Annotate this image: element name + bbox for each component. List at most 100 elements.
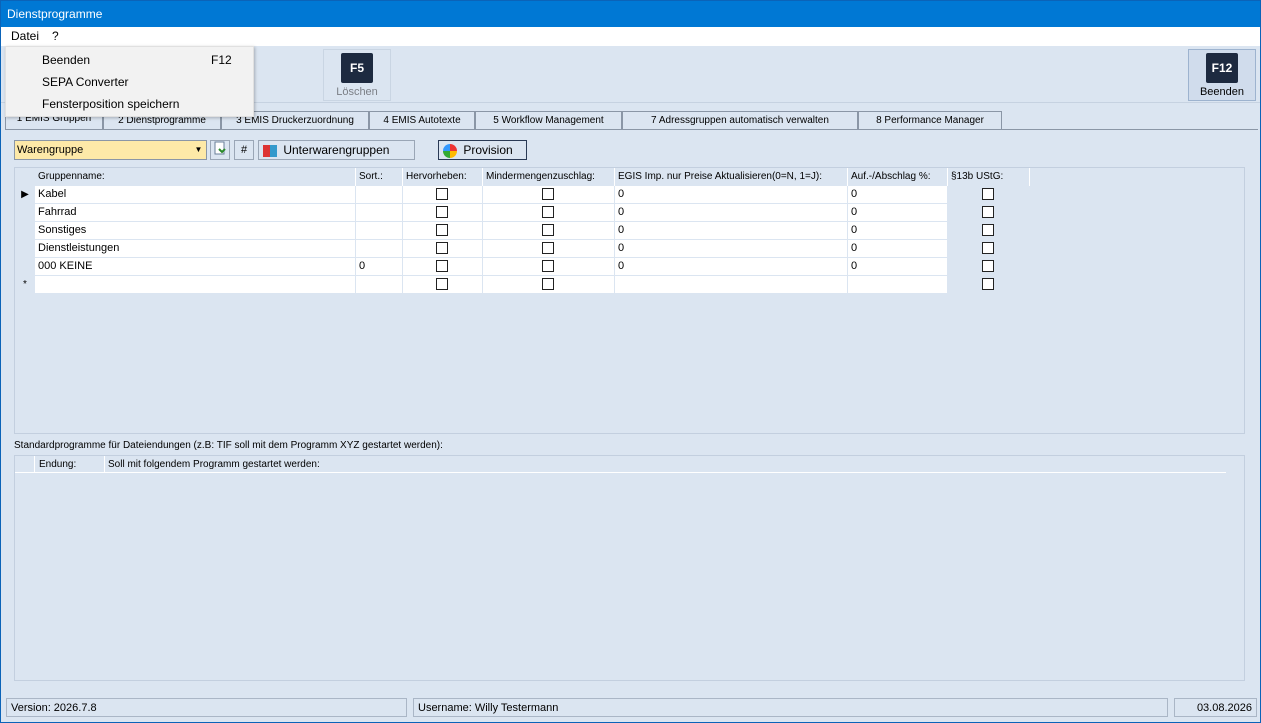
checkbox-ustg[interactable] (982, 206, 994, 218)
checkbox-highlight[interactable] (436, 188, 448, 200)
checkbox-ustg[interactable] (982, 278, 994, 290)
checkbox-minqty[interactable] (542, 242, 554, 254)
table-cell-minqty[interactable] (483, 258, 615, 276)
delete-button[interactable]: F5 Löschen (323, 49, 391, 101)
col-header-minqty[interactable]: Mindermengenzuschlag: (483, 168, 615, 186)
group-type-select[interactable]: Warengruppe ▼ (14, 140, 207, 160)
table-cell-egis[interactable]: 0 (615, 222, 848, 240)
status-version: Version: 2026.7.8 (6, 698, 407, 717)
extensions-header-row: Endung: Soll mit folgendem Programm gest… (15, 456, 1226, 473)
table-cell-highlight[interactable] (403, 186, 483, 204)
table-cell-ustg[interactable] (948, 222, 1030, 240)
table-cell-ustg[interactable] (948, 258, 1030, 276)
table-cell-name[interactable]: Fahrrad (35, 204, 356, 222)
provision-label: Provision (463, 143, 513, 157)
table-cell-highlight[interactable] (403, 258, 483, 276)
tab-autotexte[interactable]: 4 EMIS Autotexte (369, 111, 475, 130)
menu-item-beenden[interactable]: Beenden (42, 53, 90, 67)
table-cell-highlight[interactable] (403, 276, 483, 294)
table-cell-minqty[interactable] (483, 186, 615, 204)
menu-item-sepa-converter[interactable]: SEPA Converter (42, 75, 128, 89)
col-header-name[interactable]: Gruppenname: (35, 168, 356, 186)
subgroups-button[interactable]: Unterwarengruppen (258, 140, 415, 160)
extensions-row-header (15, 456, 35, 473)
table-cell-name[interactable]: 000 KEINE (35, 258, 356, 276)
table-cell-egis[interactable]: 0 (615, 240, 848, 258)
table-cell-minqty[interactable] (483, 240, 615, 258)
table-cell-markup[interactable]: 0 (848, 222, 948, 240)
current-row-indicator-icon[interactable]: ▶ (16, 186, 34, 204)
checkbox-highlight[interactable] (436, 206, 448, 218)
table-cell-name[interactable]: Sonstiges (35, 222, 356, 240)
new-row-indicator-icon[interactable]: * (16, 276, 34, 294)
checkbox-highlight[interactable] (436, 224, 448, 236)
col-header-markup[interactable]: Auf.-/Abschlag %: (848, 168, 948, 186)
col-header-highlight[interactable]: Hervorheben: (403, 168, 483, 186)
col-header-egis[interactable]: EGIS Imp. nur Preise Aktualisieren(0=N, … (615, 168, 848, 186)
table-cell-name[interactable]: Kabel (35, 186, 356, 204)
table-cell-egis[interactable]: 0 (615, 204, 848, 222)
table-cell-sort[interactable] (356, 240, 403, 258)
exit-button[interactable]: F12 Beenden (1188, 49, 1256, 101)
checkbox-ustg[interactable] (982, 260, 994, 272)
export-icon[interactable] (210, 140, 230, 160)
tab-adressgruppen[interactable]: 7 Adressgruppen automatisch verwalten (622, 111, 858, 130)
menu-datei[interactable]: Datei (11, 29, 39, 43)
group-type-value: Warengruppe (17, 144, 84, 156)
table-cell-highlight[interactable] (403, 204, 483, 222)
table-cell-ustg[interactable] (948, 276, 1030, 294)
table-cell-markup[interactable] (848, 276, 948, 294)
table-cell-egis[interactable]: 0 (615, 186, 848, 204)
checkbox-minqty[interactable] (542, 260, 554, 272)
hash-button[interactable]: # (234, 140, 254, 160)
checkbox-highlight[interactable] (436, 278, 448, 290)
menu-help[interactable]: ? (52, 29, 59, 43)
checkbox-ustg[interactable] (982, 242, 994, 254)
table-cell-name[interactable]: Dienstleistungen (35, 240, 356, 258)
col-header-extension[interactable]: Endung: (36, 459, 104, 470)
table-cell-ustg[interactable] (948, 186, 1030, 204)
table-cell-ustg[interactable] (948, 240, 1030, 258)
table-cell-sort[interactable] (356, 222, 403, 240)
table-cell-minqty[interactable] (483, 222, 615, 240)
checkbox-minqty[interactable] (542, 278, 554, 290)
table-cell-markup[interactable]: 0 (848, 186, 948, 204)
chevron-down-icon[interactable]: ▼ (191, 141, 206, 159)
table-cell-ustg[interactable] (948, 204, 1030, 222)
row-header[interactable] (16, 204, 34, 222)
checkbox-ustg[interactable] (982, 224, 994, 236)
table-cell-sort[interactable] (356, 276, 403, 294)
checkbox-highlight[interactable] (436, 260, 448, 272)
col-header-sort[interactable]: Sort.: (356, 168, 403, 186)
table-cell-sort[interactable] (356, 204, 403, 222)
table-cell-sort[interactable]: 0 (356, 258, 403, 276)
checkbox-ustg[interactable] (982, 188, 994, 200)
tab-performance-manager[interactable]: 8 Performance Manager (858, 111, 1002, 130)
checkbox-minqty[interactable] (542, 224, 554, 236)
table-cell-minqty[interactable] (483, 204, 615, 222)
table-cell-highlight[interactable] (403, 222, 483, 240)
file-menu-dropdown: Beenden F12 SEPA Converter Fensterpositi… (5, 46, 254, 117)
col-header-ustg[interactable]: §13b UStG: (948, 168, 1030, 186)
table-cell-egis[interactable]: 0 (615, 258, 848, 276)
table-cell-name[interactable] (35, 276, 356, 294)
provision-button[interactable]: Provision (438, 140, 527, 160)
table-cell-minqty[interactable] (483, 276, 615, 294)
checkbox-minqty[interactable] (542, 188, 554, 200)
table-cell-egis[interactable] (615, 276, 848, 294)
row-header[interactable] (16, 258, 34, 276)
f5-key-icon: F5 (341, 53, 373, 83)
table-cell-markup[interactable]: 0 (848, 240, 948, 258)
tab-workflow[interactable]: 5 Workflow Management (475, 111, 622, 130)
table-cell-markup[interactable]: 0 (848, 204, 948, 222)
row-header[interactable] (16, 222, 34, 240)
checkbox-minqty[interactable] (542, 206, 554, 218)
table-cell-sort[interactable] (356, 186, 403, 204)
table-cell-markup[interactable]: 0 (848, 258, 948, 276)
exit-label: Beenden (1199, 86, 1245, 98)
table-cell-highlight[interactable] (403, 240, 483, 258)
row-header[interactable] (16, 240, 34, 258)
checkbox-highlight[interactable] (436, 242, 448, 254)
menu-item-save-window-position[interactable]: Fensterposition speichern (42, 97, 179, 111)
col-header-program[interactable]: Soll mit folgendem Programm gestartet we… (104, 456, 1226, 473)
